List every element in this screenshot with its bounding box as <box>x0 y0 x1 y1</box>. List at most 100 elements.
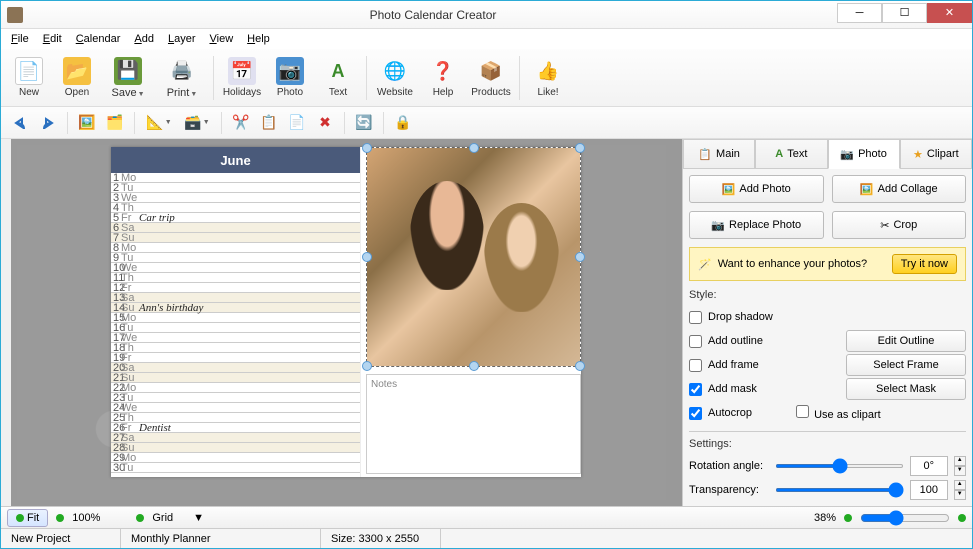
zoom-in-button[interactable] <box>958 514 966 522</box>
help-button[interactable]: ❓Help <box>421 52 465 104</box>
calendar-row: 17We <box>111 333 360 343</box>
lock-button[interactable]: 🔒 <box>390 110 416 136</box>
zoom-out-button[interactable] <box>844 514 852 522</box>
zoom-100-button[interactable]: 100% <box>72 512 100 524</box>
add-layer-button[interactable]: 🗂️ <box>102 110 128 136</box>
menu-layer[interactable]: Layer <box>162 31 202 47</box>
resize-handle-mr[interactable] <box>575 252 585 262</box>
use-as-clipart-checkbox[interactable] <box>796 405 809 418</box>
zoom-percent: 38% <box>814 512 836 524</box>
select-mask-button[interactable]: Select Mask <box>846 378 966 400</box>
resize-handle-tm[interactable] <box>469 143 479 153</box>
redo-button[interactable] <box>35 110 61 136</box>
autocrop-checkbox[interactable] <box>689 407 702 420</box>
photo-icon: 📷 <box>840 148 854 161</box>
resize-handle-bm[interactable] <box>469 361 479 371</box>
add-frame-checkbox[interactable] <box>689 359 702 372</box>
resize-handle-tl[interactable] <box>362 143 372 153</box>
products-button[interactable]: 📦Products <box>469 52 513 104</box>
menu-view[interactable]: View <box>204 31 240 47</box>
calendar-row: 23Tu <box>111 393 360 403</box>
calendar-row: 19Fr <box>111 353 360 363</box>
calendar-row: 11Th <box>111 273 360 283</box>
resize-handle-ml[interactable] <box>362 252 372 262</box>
text-button[interactable]: AText <box>316 52 360 104</box>
crop-button[interactable]: ✂Crop <box>832 211 967 239</box>
resize-handle-tr[interactable] <box>575 143 585 153</box>
style-label: Style: <box>689 289 966 301</box>
transparency-slider[interactable] <box>775 488 904 492</box>
resize-handle-bl[interactable] <box>362 361 372 371</box>
grid-icon <box>136 514 144 522</box>
photo-button[interactable]: 📷Photo <box>268 52 312 104</box>
add-collage-button[interactable]: 🖼️Add Collage <box>832 175 967 203</box>
calendar-row: 27Sa <box>111 433 360 443</box>
holidays-button[interactable]: 📅Holidays <box>220 52 264 104</box>
transparency-spin-down[interactable]: ▼ <box>954 490 966 500</box>
navigator-strip[interactable] <box>1 139 11 506</box>
calendar-row: 5FrCar trip <box>111 213 360 223</box>
tab-main[interactable]: 📋Main <box>683 139 755 169</box>
app-icon <box>7 7 23 23</box>
website-button[interactable]: 🌐Website <box>373 52 417 104</box>
selected-photo[interactable] <box>366 147 581 367</box>
menu-edit[interactable]: Edit <box>37 31 68 47</box>
rotation-slider[interactable] <box>775 464 904 468</box>
new-button[interactable]: 📄New <box>7 52 51 104</box>
tab-photo[interactable]: 📷Photo <box>828 139 900 169</box>
tab-clipart[interactable]: ★Clipart <box>900 139 972 169</box>
menu-calendar[interactable]: Calendar <box>70 31 127 47</box>
tab-text[interactable]: AText <box>755 139 827 169</box>
add-mask-checkbox[interactable] <box>689 383 702 396</box>
cut-button[interactable]: ✂️ <box>228 110 254 136</box>
edit-toolbar: 🖼️ 🗂️ 📐▼ 🗃️▼ ✂️ 📋 📄 ✖ 🔄 🔒 <box>1 107 972 139</box>
refresh-button[interactable]: 🔄 <box>351 110 377 136</box>
edit-outline-button[interactable]: Edit Outline <box>846 330 966 352</box>
grid-dropdown[interactable]: ▼ <box>193 512 204 524</box>
zoom-slider[interactable] <box>860 510 950 526</box>
transparency-value[interactable]: 100 <box>910 480 948 500</box>
menu-help[interactable]: Help <box>241 31 276 47</box>
calendar-row: 28Su <box>111 443 360 453</box>
calendar-row: 10We <box>111 263 360 273</box>
rotation-spin-down[interactable]: ▼ <box>954 466 966 476</box>
grid-button[interactable]: Grid <box>152 512 173 524</box>
add-outline-checkbox[interactable] <box>689 335 702 348</box>
add-image-button[interactable]: 🖼️ <box>74 110 100 136</box>
close-button[interactable]: ✕ <box>927 3 972 23</box>
rotation-value[interactable]: 0° <box>910 456 948 476</box>
menu-file[interactable]: File <box>5 31 35 47</box>
paste-button[interactable]: 📄 <box>284 110 310 136</box>
try-it-button[interactable]: Try it now <box>892 254 957 274</box>
crop-icon: ✂ <box>880 219 889 232</box>
drop-shadow-checkbox[interactable] <box>689 311 702 324</box>
arrange-dropdown[interactable]: 🗃️▼ <box>179 110 215 136</box>
replace-photo-button[interactable]: 📷Replace Photo <box>689 211 824 239</box>
transparency-spin-up[interactable]: ▲ <box>954 480 966 490</box>
calendar-table: June 1Mo2Tu3We4Th5FrCar trip6Sa7Su8Mo9Tu… <box>111 147 361 477</box>
delete-button[interactable]: ✖ <box>312 110 338 136</box>
rotation-spin-up[interactable]: ▲ <box>954 456 966 466</box>
open-button[interactable]: 📂Open <box>55 52 99 104</box>
maximize-button[interactable]: ☐ <box>882 3 927 23</box>
undo-button[interactable] <box>7 110 33 136</box>
align-dropdown[interactable]: 📐▼ <box>141 110 177 136</box>
resize-handle-br[interactable] <box>575 361 585 371</box>
photo-content <box>367 148 580 366</box>
calendar-row: 30Tu <box>111 463 360 473</box>
settings-label: Settings: <box>689 438 966 450</box>
minimize-button[interactable]: ─ <box>837 3 882 23</box>
save-button[interactable]: 💾Save▼ <box>103 52 153 104</box>
menu-add[interactable]: Add <box>128 31 160 47</box>
undo-icon <box>12 115 28 131</box>
canvas[interactable]: June 1Mo2Tu3We4Th5FrCar trip6Sa7Su8Mo9Tu… <box>1 139 682 506</box>
add-photo-button[interactable]: 🖼️Add Photo <box>689 175 824 203</box>
like-button[interactable]: 👍Like! <box>526 52 570 104</box>
fit-button[interactable]: Fit <box>7 509 48 527</box>
calendar-row: 8Mo <box>111 243 360 253</box>
window-title: Photo Calendar Creator <box>29 8 837 22</box>
print-button[interactable]: 🖨️Print▼ <box>157 52 207 104</box>
calendar-row: 2Tu <box>111 183 360 193</box>
copy-button[interactable]: 📋 <box>256 110 282 136</box>
select-frame-button[interactable]: Select Frame <box>846 354 966 376</box>
